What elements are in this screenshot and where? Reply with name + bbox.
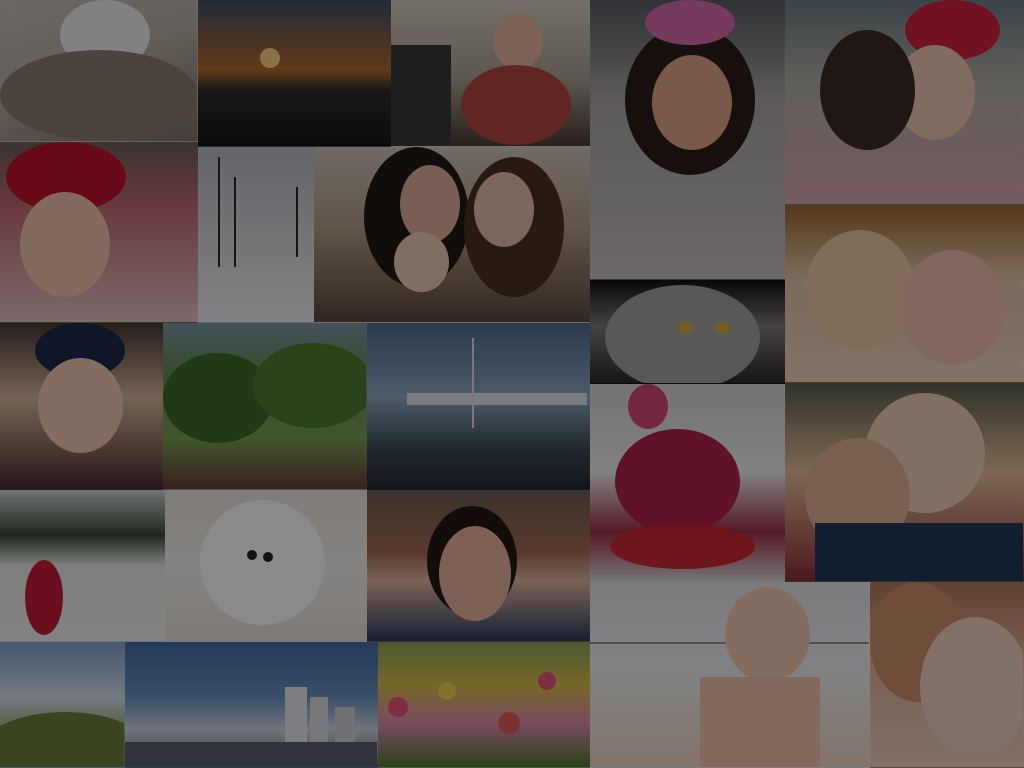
girl-in-minnie-cap-photo [0, 142, 198, 323]
two-children-faces-photo [785, 205, 1024, 383]
hillside-landscape-photo [0, 642, 125, 768]
girl-smiling-indoors-photo [367, 491, 590, 642]
two-women-with-baby-photo [314, 147, 590, 323]
persian-cat-closeup-photo [590, 280, 785, 384]
marina-boats-photo [367, 323, 590, 491]
baby-with-bunting-photo [590, 582, 870, 768]
child-in-snow-field-photo [0, 490, 165, 642]
white-puppy-photo [165, 490, 367, 642]
mother-kissing-baby-photo [870, 582, 1024, 768]
sunset-over-water-photo [198, 0, 391, 147]
child-sledding-in-snow-photo [590, 384, 785, 582]
toddler-in-knit-hat-photo [0, 323, 163, 490]
smiling-girl-curly-hair-photo [590, 0, 785, 280]
cat-in-bed-photo [0, 0, 198, 142]
park-garden-photo [163, 323, 367, 490]
photo-mosaic [0, 0, 1024, 768]
city-skyline-photo [125, 642, 378, 768]
baby-drinking-bottle-photo [391, 0, 590, 147]
girl-in-red-cap-with-woman-photo [785, 0, 1024, 205]
wildflowers-photo [378, 642, 590, 768]
brother-and-sister-photo [785, 383, 1024, 582]
snowy-trees-photo [198, 147, 314, 323]
